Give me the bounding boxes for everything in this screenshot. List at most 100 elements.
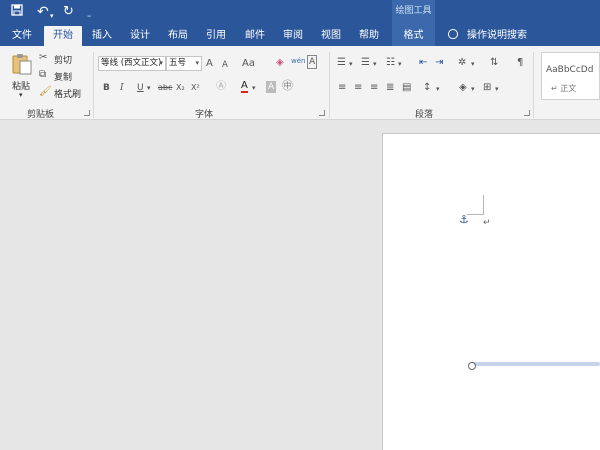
group-divider [329, 52, 330, 118]
increase-indent-icon[interactable]: ⇥ [435, 57, 443, 69]
shading-icon[interactable]: ◈ [459, 82, 467, 94]
tab-home[interactable]: 开始 [44, 26, 82, 46]
font-group-label: 字体 [195, 110, 214, 120]
style-name-label: ↵ 正文 [551, 84, 577, 93]
change-case-icon[interactable]: Aa [242, 58, 255, 70]
enclose-circle-icon[interactable]: ㊥ [282, 80, 293, 92]
style-name: 正文 [560, 84, 577, 93]
title-bar: ↶ ▾ ↻ ₌ 绘图工具 [0, 0, 600, 25]
format-painter-button[interactable]: 🖌 格式刷 [39, 86, 83, 100]
subscript-icon[interactable]: X₂ [176, 82, 185, 94]
chinese-layout-dropdown-icon[interactable]: ▾ [471, 58, 475, 70]
font-color-dropdown-icon[interactable]: ▾ [252, 82, 256, 94]
cut-label: 剪切 [54, 56, 73, 66]
chinese-layout-icon[interactable]: ✲ [458, 57, 466, 69]
bold-icon[interactable]: B [103, 82, 110, 94]
redo-icon[interactable]: ↻ [63, 4, 74, 20]
clipboard-group-label: 剪贴板 [27, 110, 55, 120]
italic-icon[interactable]: I [120, 82, 124, 94]
drawing-tools-context-title: 绘图工具 [392, 0, 435, 25]
paste-button[interactable]: 粘贴 ▾ [9, 53, 35, 103]
line-spacing-icon[interactable]: ↕ [423, 82, 431, 94]
scissors-icon: ✂ [39, 52, 48, 63]
text-effects-icon[interactable]: Ⓐ [216, 81, 226, 93]
underline-dropdown-icon[interactable]: ▾ [147, 82, 151, 94]
tab-layout[interactable]: 布局 [160, 25, 196, 46]
font-dialog-launcher-icon[interactable] [319, 110, 325, 116]
tab-help[interactable]: 帮助 [351, 25, 387, 46]
numbering-icon[interactable]: ☰ [361, 57, 370, 69]
font-color-icon[interactable]: A [241, 81, 248, 93]
style-normal[interactable]: AaBbCcDd ↵ 正文 [541, 52, 600, 100]
copy-label: 复制 [54, 73, 73, 83]
ribbon-home: 粘贴 ▾ ✂ 剪切 ⧉ 复制 🖌 格式刷 剪贴板 等线 (西文正文) ▾ 五号 … [0, 46, 600, 120]
tell-me-label: 操作说明搜索 [467, 30, 527, 41]
chevron-down-icon: ▾ [195, 59, 199, 67]
line-resize-handle[interactable] [468, 362, 476, 370]
clipboard-dialog-launcher-icon[interactable] [84, 110, 90, 116]
margin-corner-mark [483, 195, 484, 214]
sort-icon[interactable]: ⇅ [490, 57, 498, 69]
tell-me-search[interactable]: 操作说明搜索 [448, 25, 527, 46]
show-marks-icon[interactable]: ¶ [517, 57, 523, 69]
multilevel-list-icon[interactable]: ☷ [386, 57, 395, 69]
align-right-icon[interactable]: ≡ [370, 82, 378, 94]
save-icon[interactable] [11, 4, 23, 21]
shrink-font-icon[interactable]: A [222, 59, 228, 71]
paintbrush-icon: 🖌 [39, 86, 52, 97]
tab-review[interactable]: 审阅 [275, 25, 311, 46]
customize-qat-icon[interactable]: ₌ [87, 7, 91, 23]
distributed-icon[interactable]: ▤ [402, 82, 411, 94]
bullets-dropdown-icon[interactable]: ▾ [349, 58, 353, 70]
underline-icon[interactable]: U [137, 82, 144, 94]
phonetic-guide-icon[interactable]: wén [291, 55, 305, 67]
undo-icon[interactable]: ↶ [37, 4, 49, 20]
chevron-down-icon: ▾ [159, 59, 163, 67]
strikethrough-icon[interactable]: abc [158, 82, 172, 94]
numbering-dropdown-icon[interactable]: ▾ [373, 58, 377, 70]
anchor-icon[interactable]: ⚓ [459, 213, 469, 226]
tab-references[interactable]: 引用 [198, 25, 234, 46]
enclose-characters-icon[interactable]: A [307, 55, 318, 69]
grow-font-icon[interactable]: A [206, 58, 213, 70]
paragraph-group-label: 段落 [415, 110, 434, 120]
tab-insert[interactable]: 插入 [84, 25, 120, 46]
clear-formatting-icon[interactable]: ◈ [276, 57, 284, 69]
cut-button[interactable]: ✂ 剪切 [39, 52, 79, 66]
margin-corner-mark [467, 214, 484, 215]
undo-dropdown-icon[interactable]: ▾ [50, 8, 54, 24]
tab-design[interactable]: 设计 [122, 25, 158, 46]
shading-dropdown-icon[interactable]: ▾ [471, 83, 475, 95]
borders-icon[interactable]: ⊞ [483, 82, 491, 94]
align-center-icon[interactable]: ≡ [354, 82, 362, 94]
tab-format[interactable]: 格式 [392, 25, 435, 46]
paste-icon [12, 54, 32, 75]
font-name-value: 等线 (西文正文) [101, 58, 162, 68]
paste-dropdown-icon: ▾ [19, 91, 23, 99]
style-preview: AaBbCcDd [546, 65, 594, 75]
group-divider [93, 52, 94, 118]
font-size-select[interactable]: 五号 ▾ [166, 56, 202, 71]
justify-icon[interactable]: ≣ [386, 82, 394, 94]
tab-file[interactable]: 文件 [3, 25, 41, 46]
paragraph-dialog-launcher-icon[interactable] [524, 110, 530, 116]
copy-button[interactable]: ⧉ 复制 [39, 69, 79, 83]
document-page[interactable] [382, 133, 600, 450]
copy-icon: ⧉ [39, 69, 47, 80]
tab-mailings[interactable]: 邮件 [237, 25, 273, 46]
tab-view[interactable]: 视图 [313, 25, 349, 46]
bullets-icon[interactable]: ☰ [337, 57, 346, 69]
lightbulb-icon [448, 29, 458, 39]
drawn-line-shape[interactable] [472, 362, 600, 366]
borders-dropdown-icon[interactable]: ▾ [495, 83, 499, 95]
character-shading-icon[interactable]: A [266, 81, 277, 93]
decrease-indent-icon[interactable]: ⇤ [419, 57, 427, 69]
align-left-icon[interactable]: ≡ [338, 82, 346, 94]
group-divider [533, 52, 534, 118]
multilevel-dropdown-icon[interactable]: ▾ [398, 58, 402, 70]
format-painter-label: 格式刷 [54, 90, 82, 100]
ribbon-tab-bar: 文件 开始 插入 设计 布局 引用 邮件 审阅 视图 帮助 格式 操作说明搜索 [0, 25, 600, 46]
line-spacing-dropdown-icon[interactable]: ▾ [436, 83, 440, 95]
superscript-icon[interactable]: X² [191, 82, 200, 94]
font-name-select[interactable]: 等线 (西文正文) ▾ [98, 56, 166, 71]
